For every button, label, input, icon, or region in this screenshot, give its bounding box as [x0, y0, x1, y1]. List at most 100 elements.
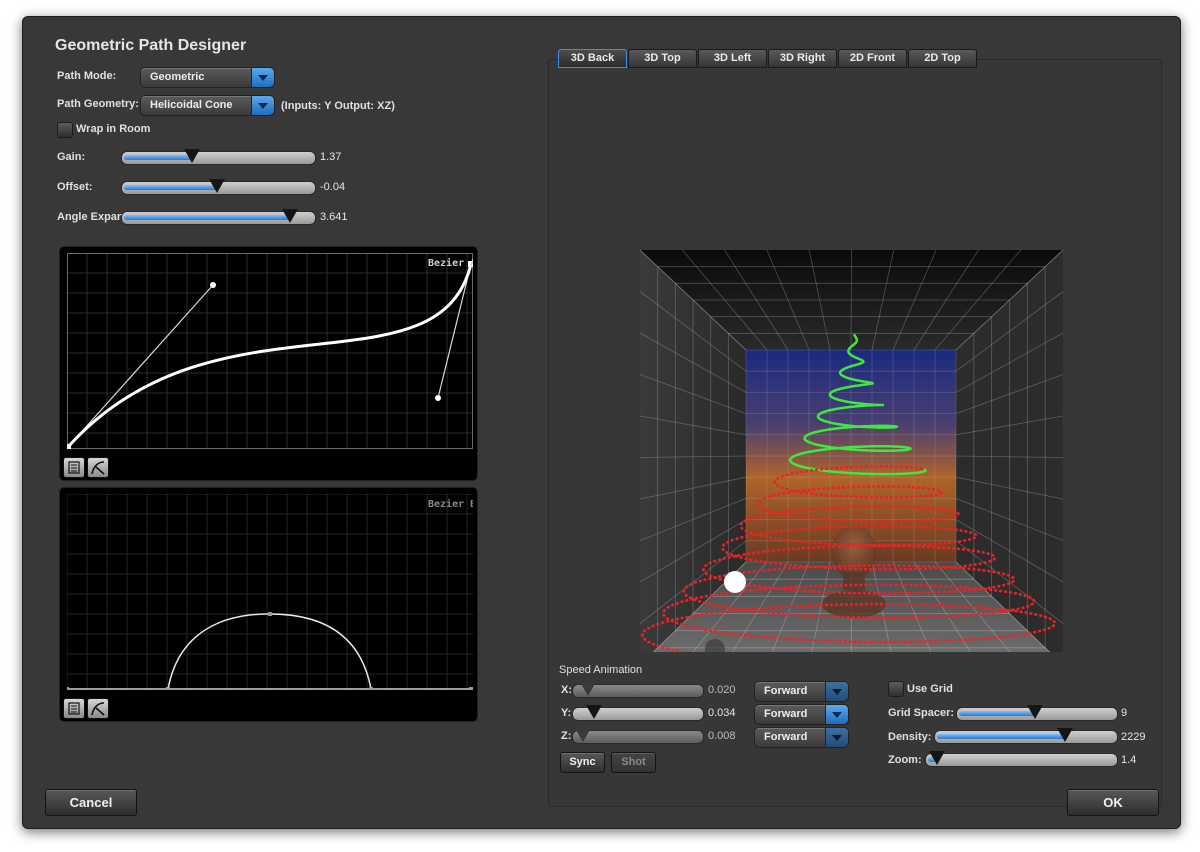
speed-x-slider[interactable]: [572, 682, 704, 698]
bezier-a-anchor-point[interactable]: [67, 444, 71, 449]
path-mode-value: Geometric: [150, 71, 205, 83]
curve-tool-button[interactable]: [87, 698, 109, 719]
speed-y-value: 0.034: [708, 707, 736, 719]
grid-spacer-slider[interactable]: [956, 705, 1118, 721]
bezier-a-handle-line: [67, 284, 214, 448]
list-icon-button[interactable]: [63, 457, 85, 478]
bezier-b-anchor-point[interactable]: [469, 687, 473, 690]
chevron-down-icon: [825, 728, 848, 747]
speed-z-direction-dropdown[interactable]: Forward: [754, 727, 849, 748]
zoom-slider[interactable]: [925, 751, 1118, 767]
angle-expansion-label: Angle Expan: [57, 211, 124, 223]
list-icon: [68, 461, 80, 474]
sync-button[interactable]: Sync: [560, 752, 605, 773]
list-icon: [68, 702, 80, 715]
speed-z-slider[interactable]: [572, 728, 704, 744]
bezier-a-panel: Bezier A: [59, 246, 478, 481]
speed-x-label: X:: [561, 684, 572, 696]
speed-x-value: 0.020: [708, 684, 736, 696]
wrap-in-room-label: Wrap in Room: [76, 123, 151, 135]
gain-slider[interactable]: [121, 149, 316, 165]
gain-slider-knob[interactable]: [184, 149, 200, 163]
gain-label: Gain:: [57, 151, 86, 163]
path-mode-dropdown[interactable]: Geometric: [140, 67, 275, 88]
speed-x-slider-knob[interactable]: [580, 682, 596, 696]
list-icon-button[interactable]: [63, 698, 85, 719]
speed-animation-title: Speed Animation: [559, 664, 643, 676]
bezier-b-label: Bezier B: [428, 498, 473, 510]
speed-z-slider-knob[interactable]: [575, 728, 591, 742]
bezier-b-anchor-point[interactable]: [166, 687, 170, 690]
grid-spacer-slider-knob[interactable]: [1027, 705, 1043, 719]
density-slider[interactable]: [934, 728, 1118, 744]
path-mode-label: Path Mode:: [57, 70, 117, 82]
speed-z-direction-value: Forward: [764, 731, 808, 743]
offset-slider[interactable]: [121, 179, 316, 195]
bezier-b-canvas[interactable]: Bezier B: [67, 494, 473, 690]
chevron-down-icon: [251, 68, 274, 87]
offset-label: Offset:: [57, 181, 93, 193]
gain-value: 1.37: [320, 151, 342, 163]
tab-3d-right[interactable]: 3D Right: [768, 49, 837, 68]
density-value: 2229: [1121, 731, 1146, 743]
speed-z-value: 0.008: [708, 730, 736, 742]
tab-3d-top[interactable]: 3D Top: [628, 49, 697, 68]
speed-y-slider[interactable]: [572, 705, 704, 721]
bezier-b-anchor-point[interactable]: [268, 612, 272, 616]
cancel-button[interactable]: Cancel: [45, 789, 137, 816]
offset-slider-knob[interactable]: [209, 179, 225, 193]
angle-expansion-slider-knob[interactable]: [282, 209, 298, 223]
path-geometry-note: (Inputs: Y Output: XZ): [281, 100, 395, 112]
offset-value: -0.04: [320, 181, 346, 193]
curve-tool-icon: [91, 702, 105, 716]
bezier-b-anchor-point[interactable]: [67, 687, 69, 690]
shot-button[interactable]: Shot: [611, 752, 656, 773]
tab-2d-front[interactable]: 2D Front: [838, 49, 907, 68]
tab-2d-top[interactable]: 2D Top: [908, 49, 977, 68]
sound-source-marker[interactable]: [724, 571, 746, 593]
bezier-a-control-point[interactable]: [210, 282, 216, 288]
chevron-down-icon: [251, 96, 274, 115]
chevron-down-icon: [825, 705, 848, 724]
speed-x-direction-dropdown[interactable]: Forward: [754, 681, 849, 702]
3d-room-view[interactable]: [640, 232, 1065, 652]
bezier-b-grid: [67, 494, 473, 690]
bezier-b-panel: Bezier B: [59, 487, 478, 722]
angle-expansion-slider[interactable]: [121, 209, 316, 225]
grid-spacer-slider-fill: [959, 711, 1035, 716]
ok-button[interactable]: OK: [1067, 789, 1159, 816]
angle-expansion-slider-fill: [124, 215, 290, 220]
speed-y-direction-dropdown[interactable]: Forward: [754, 704, 849, 725]
curve-tool-button[interactable]: [87, 457, 109, 478]
path-geometry-dropdown[interactable]: Helicoidal Cone: [140, 95, 275, 116]
grid-spacer-value: 9: [1121, 707, 1128, 719]
bezier-b-anchor-point[interactable]: [369, 687, 373, 690]
density-slider-knob[interactable]: [1057, 728, 1073, 742]
tab-3d-back[interactable]: 3D Back: [558, 49, 627, 68]
speed-y-label: Y:: [561, 707, 572, 719]
bezier-a-canvas[interactable]: Bezier A: [67, 253, 473, 449]
angle-expansion-value: 3.641: [320, 211, 348, 223]
curve-tool-icon: [91, 461, 105, 475]
dialog-title: Geometric Path Designer: [55, 37, 247, 54]
use-grid-label: Use Grid: [907, 683, 953, 695]
zoom-label: Zoom:: [888, 754, 922, 766]
speed-z-label: Z:: [561, 730, 572, 742]
zoom-value: 1.4: [1121, 754, 1137, 766]
density-label: Density:: [888, 731, 932, 743]
bezier-b-curve: [167, 613, 372, 690]
use-grid-checkbox[interactable]: [888, 681, 904, 697]
grid-spacer-label: Grid Spacer:: [888, 707, 955, 719]
path-geometry-label: Path Geometry:: [57, 98, 139, 110]
offset-slider-fill: [124, 185, 217, 190]
zoom-slider-knob[interactable]: [929, 751, 945, 765]
wrap-in-room-checkbox[interactable]: [57, 122, 73, 138]
speed-x-direction-value: Forward: [764, 685, 808, 697]
dialog-window: Geometric Path Designer Path Mode: Geome…: [22, 16, 1181, 829]
bezier-a-control-point[interactable]: [435, 395, 441, 401]
speed-y-slider-knob[interactable]: [586, 705, 602, 719]
density-slider-fill: [937, 734, 1065, 739]
path-geometry-value: Helicoidal Cone: [150, 99, 233, 111]
bezier-a-curve: [67, 263, 473, 449]
tab-3d-left[interactable]: 3D Left: [698, 49, 767, 68]
